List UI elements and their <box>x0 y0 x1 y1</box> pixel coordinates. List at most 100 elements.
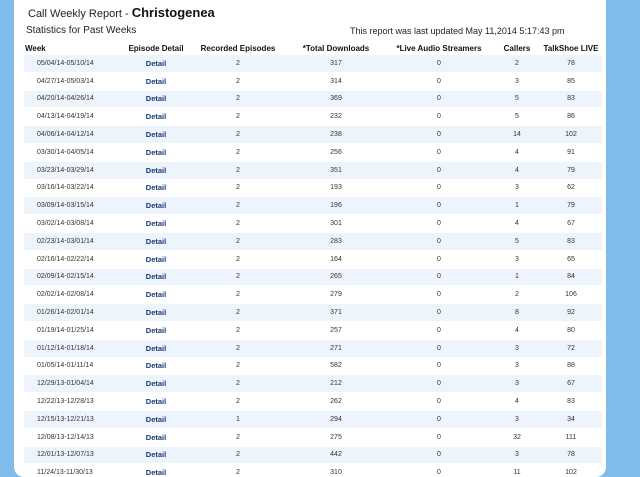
detail-link[interactable]: Detail <box>146 468 166 477</box>
cell-callers: 4 <box>494 214 540 233</box>
detail-link[interactable]: Detail <box>146 219 166 228</box>
cell-talkshoe-live: 92 <box>540 303 602 322</box>
detail-link[interactable]: Detail <box>146 450 166 459</box>
table-row: 04/13/14-04/19/14 Detail 2 232 0 5 86 <box>24 107 602 127</box>
column-header-total-downloads: *Total Downloads <box>302 44 370 53</box>
detail-link[interactable]: Detail <box>146 201 166 210</box>
cell-talkshoe-live: 88 <box>540 357 602 376</box>
cell-talkshoe-live: 34 <box>540 410 602 429</box>
table-row: 02/09/14-02/15/14 Detail 2 265 0 1 84 <box>24 268 602 287</box>
cell-callers: 3 <box>494 446 540 465</box>
cell-week: 03/09/14-03/15/14 <box>24 196 124 216</box>
cell-episode-detail: Detail <box>124 428 188 447</box>
cell-recorded-episodes: 2 <box>188 72 288 91</box>
detail-link[interactable]: Detail <box>146 148 166 157</box>
cell-episode-detail: Detail <box>124 179 188 198</box>
table-row: 04/20/14-04/26/14 Detail 2 369 0 5 83 <box>24 90 602 109</box>
cell-total-downloads: 271 <box>288 339 384 358</box>
cell-total-downloads: 582 <box>288 357 384 376</box>
column-header-talkshoe-live: TalkShoe LIVE <box>543 44 599 53</box>
detail-link[interactable]: Detail <box>146 344 166 353</box>
cell-talkshoe-live: 65 <box>540 250 602 269</box>
cell-recorded-episodes: 2 <box>188 321 288 340</box>
cell-week: 03/23/14-03/29/14 <box>24 161 124 180</box>
cell-talkshoe-live: 85 <box>540 72 602 91</box>
cell-live-audio-streamers: 0 <box>384 285 494 305</box>
cell-live-audio-streamers: 0 <box>384 463 494 477</box>
detail-link[interactable]: Detail <box>146 272 166 281</box>
table-row: 01/05/14-01/11/14 Detail 2 582 0 3 88 <box>24 357 602 376</box>
column-header-episode-detail: Episode Detail <box>128 44 184 53</box>
cell-recorded-episodes: 2 <box>188 232 288 251</box>
cell-live-audio-streamers: 0 <box>384 107 494 127</box>
cell-live-audio-streamers: 0 <box>384 179 494 198</box>
detail-link[interactable]: Detail <box>146 112 166 121</box>
cell-week: 12/22/13-12/28/13 <box>24 392 124 411</box>
cell-recorded-episodes: 2 <box>188 196 288 216</box>
cell-callers: 4 <box>494 161 540 180</box>
cell-callers: 4 <box>494 392 540 411</box>
cell-talkshoe-live: 83 <box>540 392 602 411</box>
detail-link[interactable]: Detail <box>146 183 166 192</box>
cell-live-audio-streamers: 0 <box>384 232 494 251</box>
table-row: 04/06/14-04/12/14 Detail 2 238 0 14 102 <box>24 125 602 144</box>
cell-live-audio-streamers: 0 <box>384 214 494 233</box>
detail-link[interactable]: Detail <box>146 237 166 246</box>
cell-total-downloads: 301 <box>288 214 384 233</box>
cell-week: 12/01/13-12/07/13 <box>24 446 124 465</box>
detail-link[interactable]: Detail <box>146 130 166 139</box>
detail-link[interactable]: Detail <box>146 415 166 424</box>
cell-week: 03/16/14-03/22/14 <box>24 179 124 198</box>
cell-callers: 3 <box>494 72 540 91</box>
cell-recorded-episodes: 2 <box>188 285 288 305</box>
detail-link[interactable]: Detail <box>146 361 166 370</box>
detail-link[interactable]: Detail <box>146 379 166 388</box>
cell-episode-detail: Detail <box>124 72 188 91</box>
cell-total-downloads: 442 <box>288 446 384 465</box>
cell-talkshoe-live: 86 <box>540 107 602 127</box>
cell-talkshoe-live: 78 <box>540 446 602 465</box>
cell-episode-detail: Detail <box>124 446 188 465</box>
report-title: Call Weekly Report - Christogenea <box>28 5 215 20</box>
cell-live-audio-streamers: 0 <box>384 268 494 287</box>
cell-week: 01/05/14-01/11/14 <box>24 357 124 376</box>
cell-live-audio-streamers: 0 <box>384 143 494 162</box>
detail-link[interactable]: Detail <box>146 255 166 264</box>
cell-talkshoe-live: 91 <box>540 143 602 162</box>
detail-link[interactable]: Detail <box>146 326 166 335</box>
table-header-row: Week Episode Detail Recorded Episodes *T… <box>24 42 602 55</box>
detail-link[interactable]: Detail <box>146 94 166 103</box>
cell-talkshoe-live: 67 <box>540 214 602 233</box>
cell-live-audio-streamers: 0 <box>384 392 494 411</box>
detail-link[interactable]: Detail <box>146 433 166 442</box>
cell-week: 02/23/14-03/01/14 <box>24 232 124 251</box>
detail-link[interactable]: Detail <box>146 166 166 175</box>
cell-episode-detail: Detail <box>124 90 188 109</box>
cell-recorded-episodes: 2 <box>188 143 288 162</box>
cell-callers: 14 <box>494 125 540 144</box>
cell-week: 01/19/14-01/25/14 <box>24 321 124 340</box>
detail-link[interactable]: Detail <box>146 308 166 317</box>
cell-episode-detail: Detail <box>124 357 188 376</box>
table-row: 11/24/13-11/30/13 Detail 2 310 0 11 102 <box>24 463 602 477</box>
cell-talkshoe-live: 106 <box>540 285 602 305</box>
detail-link[interactable]: Detail <box>146 77 166 86</box>
report-panel: Call Weekly Report - Christogenea Statis… <box>14 0 606 477</box>
report-title-prefix: Call Weekly Report - <box>28 8 132 20</box>
detail-link[interactable]: Detail <box>146 290 166 299</box>
cell-talkshoe-live: 62 <box>540 179 602 198</box>
detail-link[interactable]: Detail <box>146 59 166 68</box>
table-row: 12/22/13-12/28/13 Detail 2 262 0 4 83 <box>24 392 602 411</box>
cell-total-downloads: 317 <box>288 55 384 73</box>
cell-recorded-episodes: 2 <box>188 161 288 180</box>
cell-live-audio-streamers: 0 <box>384 374 494 394</box>
cell-callers: 4 <box>494 321 540 340</box>
cell-callers: 11 <box>494 463 540 477</box>
table-row: 01/12/14-01/18/14 Detail 2 271 0 3 72 <box>24 339 602 358</box>
cell-week: 02/16/14-02/22/14 <box>24 250 124 269</box>
detail-link[interactable]: Detail <box>146 397 166 406</box>
cell-callers: 3 <box>494 250 540 269</box>
cell-week: 02/09/14-02/15/14 <box>24 268 124 287</box>
cell-recorded-episodes: 2 <box>188 463 288 477</box>
cell-episode-detail: Detail <box>124 463 188 477</box>
